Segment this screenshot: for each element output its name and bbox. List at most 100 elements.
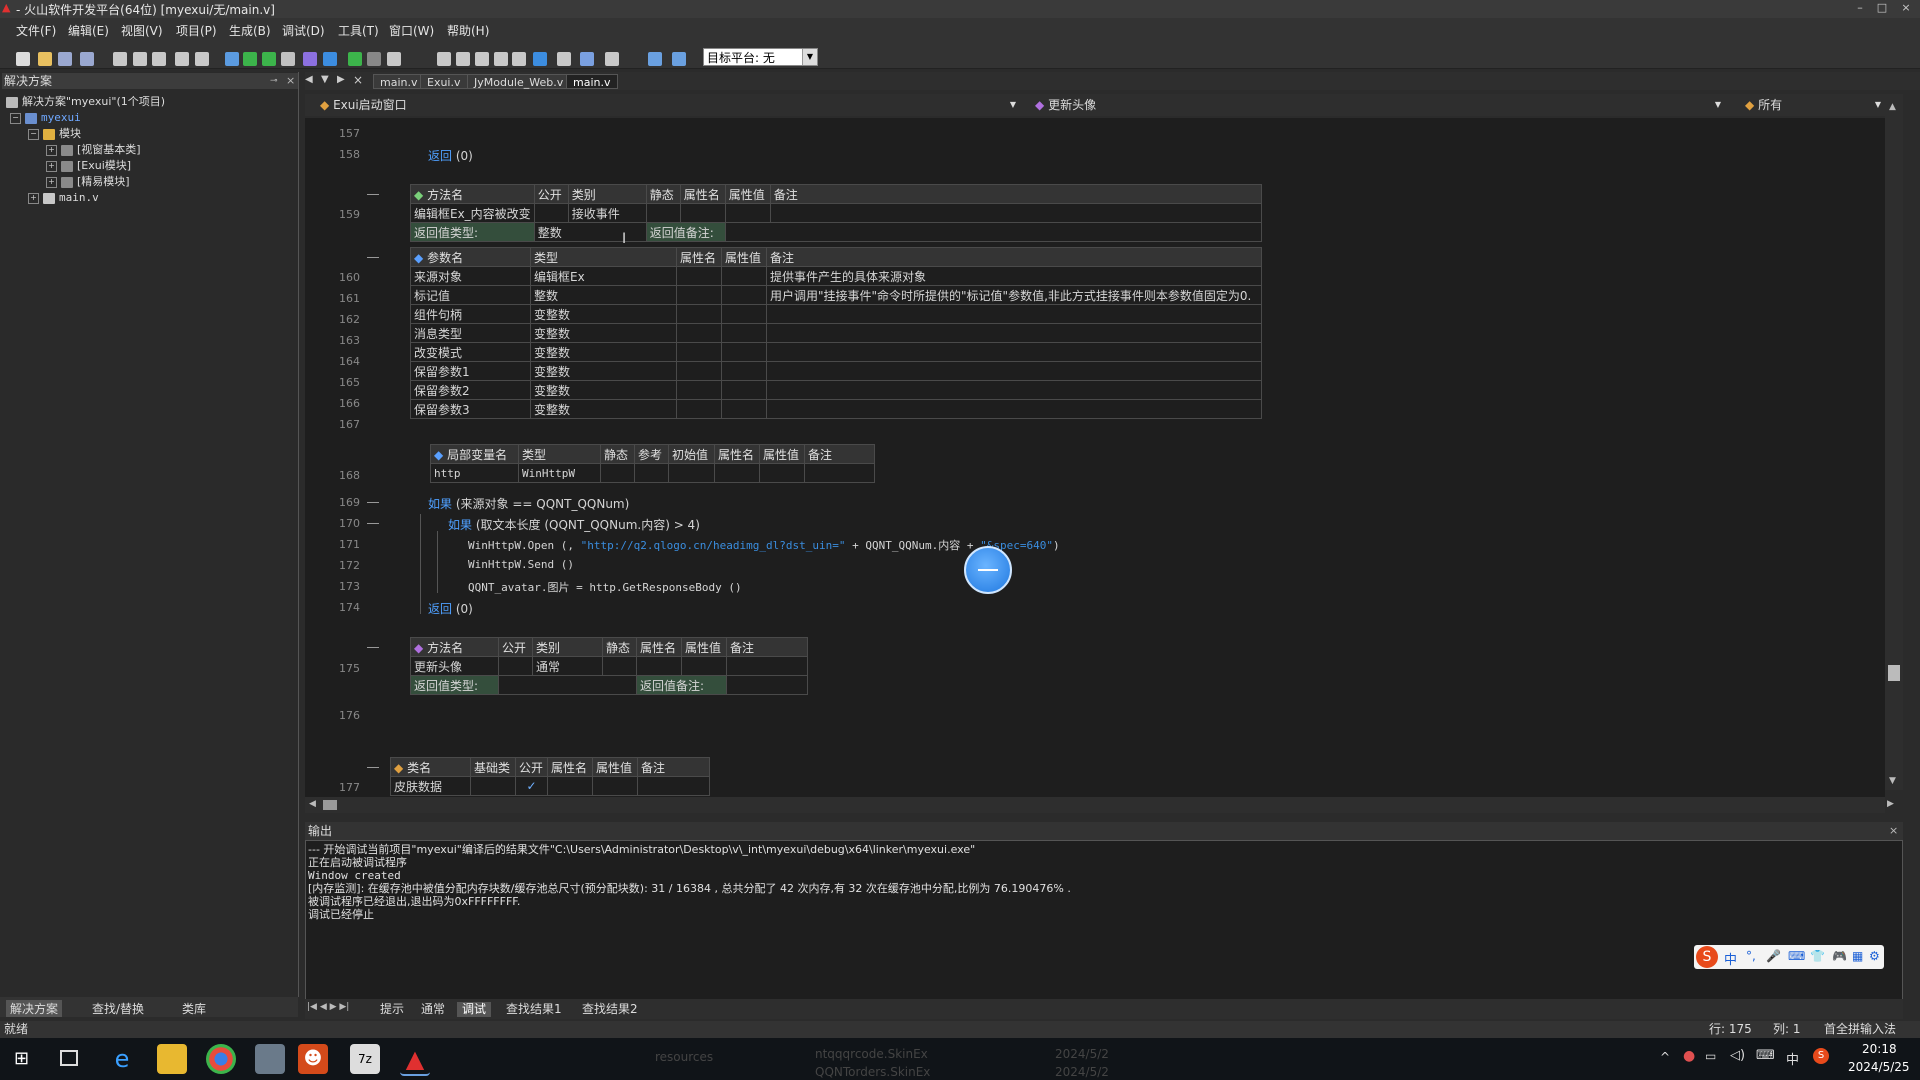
volume-icon[interactable]: ◁) [1730, 1048, 1745, 1063]
attr-value-cell[interactable] [724, 203, 771, 223]
fold-marker[interactable] [367, 523, 379, 524]
tab-scroll-left-icon[interactable]: ◀ [305, 74, 313, 85]
tab-main-v[interactable]: main.v [373, 74, 425, 89]
toolbar-icon[interactable] [133, 52, 147, 66]
tab-hint[interactable]: 提示 [375, 1002, 409, 1017]
sogou-tray-icon[interactable]: S [1813, 1048, 1829, 1064]
toolbar-icon[interactable] [557, 52, 571, 66]
chevron-down-icon[interactable]: ▼ [802, 49, 817, 65]
method-name-cell[interactable]: 编辑框Ex_内容被改变 [410, 203, 535, 223]
attr-name-cell[interactable] [679, 203, 726, 223]
toolbar-icon[interactable] [605, 52, 619, 66]
fold-marker[interactable] [367, 257, 379, 258]
close-button[interactable]: × [1896, 1, 1916, 14]
toolbar-icon[interactable] [512, 52, 526, 66]
scroll-left-icon[interactable]: ◀ [309, 799, 316, 809]
static-cell[interactable] [645, 203, 681, 223]
menu-debug[interactable]: 调试(D) [282, 22, 325, 39]
target-platform-select[interactable]: 目标平台: 无 ▼ [703, 48, 818, 66]
table-row[interactable]: http WinHttpW [430, 463, 875, 483]
scroll-thumb[interactable] [323, 800, 337, 810]
tray-app-icon[interactable]: ● [1683, 1048, 1695, 1064]
tab-scroll-right-icon[interactable]: ▶ [337, 74, 345, 85]
fold-marker[interactable] [367, 194, 379, 195]
table-row[interactable]: 返回值类型: 返回值备注: [410, 675, 808, 695]
tab-normal[interactable]: 通常 [416, 1002, 450, 1017]
skin-icon[interactable]: 👕 [1810, 949, 1825, 963]
toolbar-icon[interactable] [475, 52, 489, 66]
toolbar-icon[interactable] [175, 52, 189, 66]
toolbar-icon[interactable] [580, 52, 594, 66]
menu-view[interactable]: 视图(V) [121, 22, 163, 39]
tab-debug[interactable]: 调试 [457, 1002, 492, 1017]
scroll-down-icon[interactable]: ▼ [1889, 776, 1896, 786]
toolbar-icon[interactable] [58, 52, 72, 66]
toolbar-icon[interactable] [367, 52, 381, 66]
toolbar-icon[interactable] [437, 52, 451, 66]
tab-find-results-2[interactable]: 查找结果2 [577, 1002, 643, 1017]
qq-icon[interactable]: ☻ [298, 1044, 328, 1074]
microphone-icon[interactable]: 🎤 [1766, 949, 1781, 963]
menu-tools[interactable]: 工具(T) [338, 22, 379, 39]
tree-file-main[interactable]: + main.v [28, 191, 99, 205]
table-row[interactable]: 保留参数2 变整数 [410, 380, 1262, 400]
minimize-button[interactable]: – [1850, 1, 1870, 14]
scope-selector[interactable]: ◆ 所有 ▼ [1745, 96, 1885, 114]
expand-icon[interactable]: + [46, 160, 57, 172]
menu-window[interactable]: 窗口(W) [389, 22, 434, 39]
clock-date[interactable]: 2024/5/25 [1848, 1060, 1910, 1074]
windows-start-icon[interactable]: ⊞ [14, 1048, 29, 1069]
file-explorer-icon[interactable] [157, 1044, 187, 1074]
ime-toolbar[interactable]: S 中 °, 🎤 ⌨ 👕 🎮 ▦ ⚙ [1694, 945, 1884, 969]
network-icon[interactable]: ▭ [1705, 1049, 1716, 1063]
settings-icon[interactable]: ⚙ [1869, 949, 1880, 963]
tree-project[interactable]: − myexui [10, 111, 81, 125]
vertical-scrollbar[interactable]: ▲ ▼ [1885, 100, 1903, 790]
table-row[interactable]: 消息类型 变整数 [410, 323, 1262, 343]
menu-help[interactable]: 帮助(H) [447, 22, 489, 39]
expand-icon[interactable]: + [46, 176, 57, 188]
tab-main-v-active[interactable]: main.v [566, 74, 618, 89]
task-view-icon[interactable] [60, 1050, 78, 1066]
return-type-cell[interactable]: 整数 [533, 222, 647, 242]
fold-marker[interactable] [367, 767, 379, 768]
table-row[interactable]: 皮肤数据 ✓ [390, 776, 710, 796]
ime-indicator[interactable]: 中 [1786, 1049, 1799, 1068]
clock-time[interactable]: 20:18 [1862, 1042, 1897, 1056]
tree-module-item[interactable]: + [精易模块] [46, 175, 130, 189]
class-selector[interactable]: ◆ Exui启动窗口 ▼ [320, 96, 1020, 114]
ie-browser-icon[interactable]: e [107, 1044, 137, 1074]
keyboard-icon[interactable]: ⌨ [1756, 1048, 1775, 1063]
sogou-logo-icon[interactable]: S [1696, 946, 1718, 968]
panel-close-icon[interactable]: × [1889, 822, 1898, 840]
tab-list-icon[interactable]: ▼ [321, 74, 329, 85]
tree-module-folder[interactable]: − 模块 [28, 127, 81, 141]
scroll-thumb[interactable] [1888, 665, 1900, 681]
chevron-down-icon[interactable]: ▼ [1715, 96, 1721, 114]
expand-icon[interactable]: + [28, 192, 39, 204]
tab-jymodule-web-v[interactable]: JyModule_Web.v [467, 74, 571, 89]
output-console[interactable]: --- 开始调试当前项目"myexui"编译后的结果文件"C:\Users\Ad… [305, 840, 1903, 1000]
public-cell[interactable] [533, 203, 569, 223]
tab-find-replace[interactable]: 查找/替换 [92, 1000, 144, 1017]
toolbar-icon[interactable] [113, 52, 127, 66]
pin-icon[interactable]: ⊸ [270, 73, 278, 89]
toolbar-icon[interactable] [38, 52, 52, 66]
table-row[interactable]: 改变模式 变整数 [410, 342, 1262, 362]
menu-project[interactable]: 项目(P) [176, 22, 217, 39]
toolbar-icon[interactable] [387, 52, 401, 66]
tree-module-item[interactable]: + [视窗基本类] [46, 143, 141, 157]
volcano-ide-icon[interactable]: ▲ [400, 1044, 430, 1076]
toolbar-icon[interactable] [16, 52, 30, 66]
table-row[interactable]: 标记值 整数 用户调用"挂接事件"命令时所提供的"标记值"参数值,非此方式挂接事件则… [410, 285, 1262, 305]
toolbar-icon[interactable] [281, 52, 295, 66]
table-row[interactable]: 更新头像 通常 [410, 656, 808, 676]
menu-build[interactable]: 生成(B) [229, 22, 271, 39]
toolbar-icon[interactable] [152, 52, 166, 66]
tab-solution[interactable]: 解决方案 [6, 1000, 63, 1017]
tree-solution-root[interactable]: 解决方案"myexui"(1个项目) [6, 95, 165, 109]
note-cell[interactable] [769, 203, 1263, 223]
7zip-icon[interactable]: 7z [350, 1044, 380, 1074]
tab-exui-v[interactable]: Exui.v [420, 74, 468, 89]
tab-close-icon[interactable]: × [353, 73, 363, 87]
